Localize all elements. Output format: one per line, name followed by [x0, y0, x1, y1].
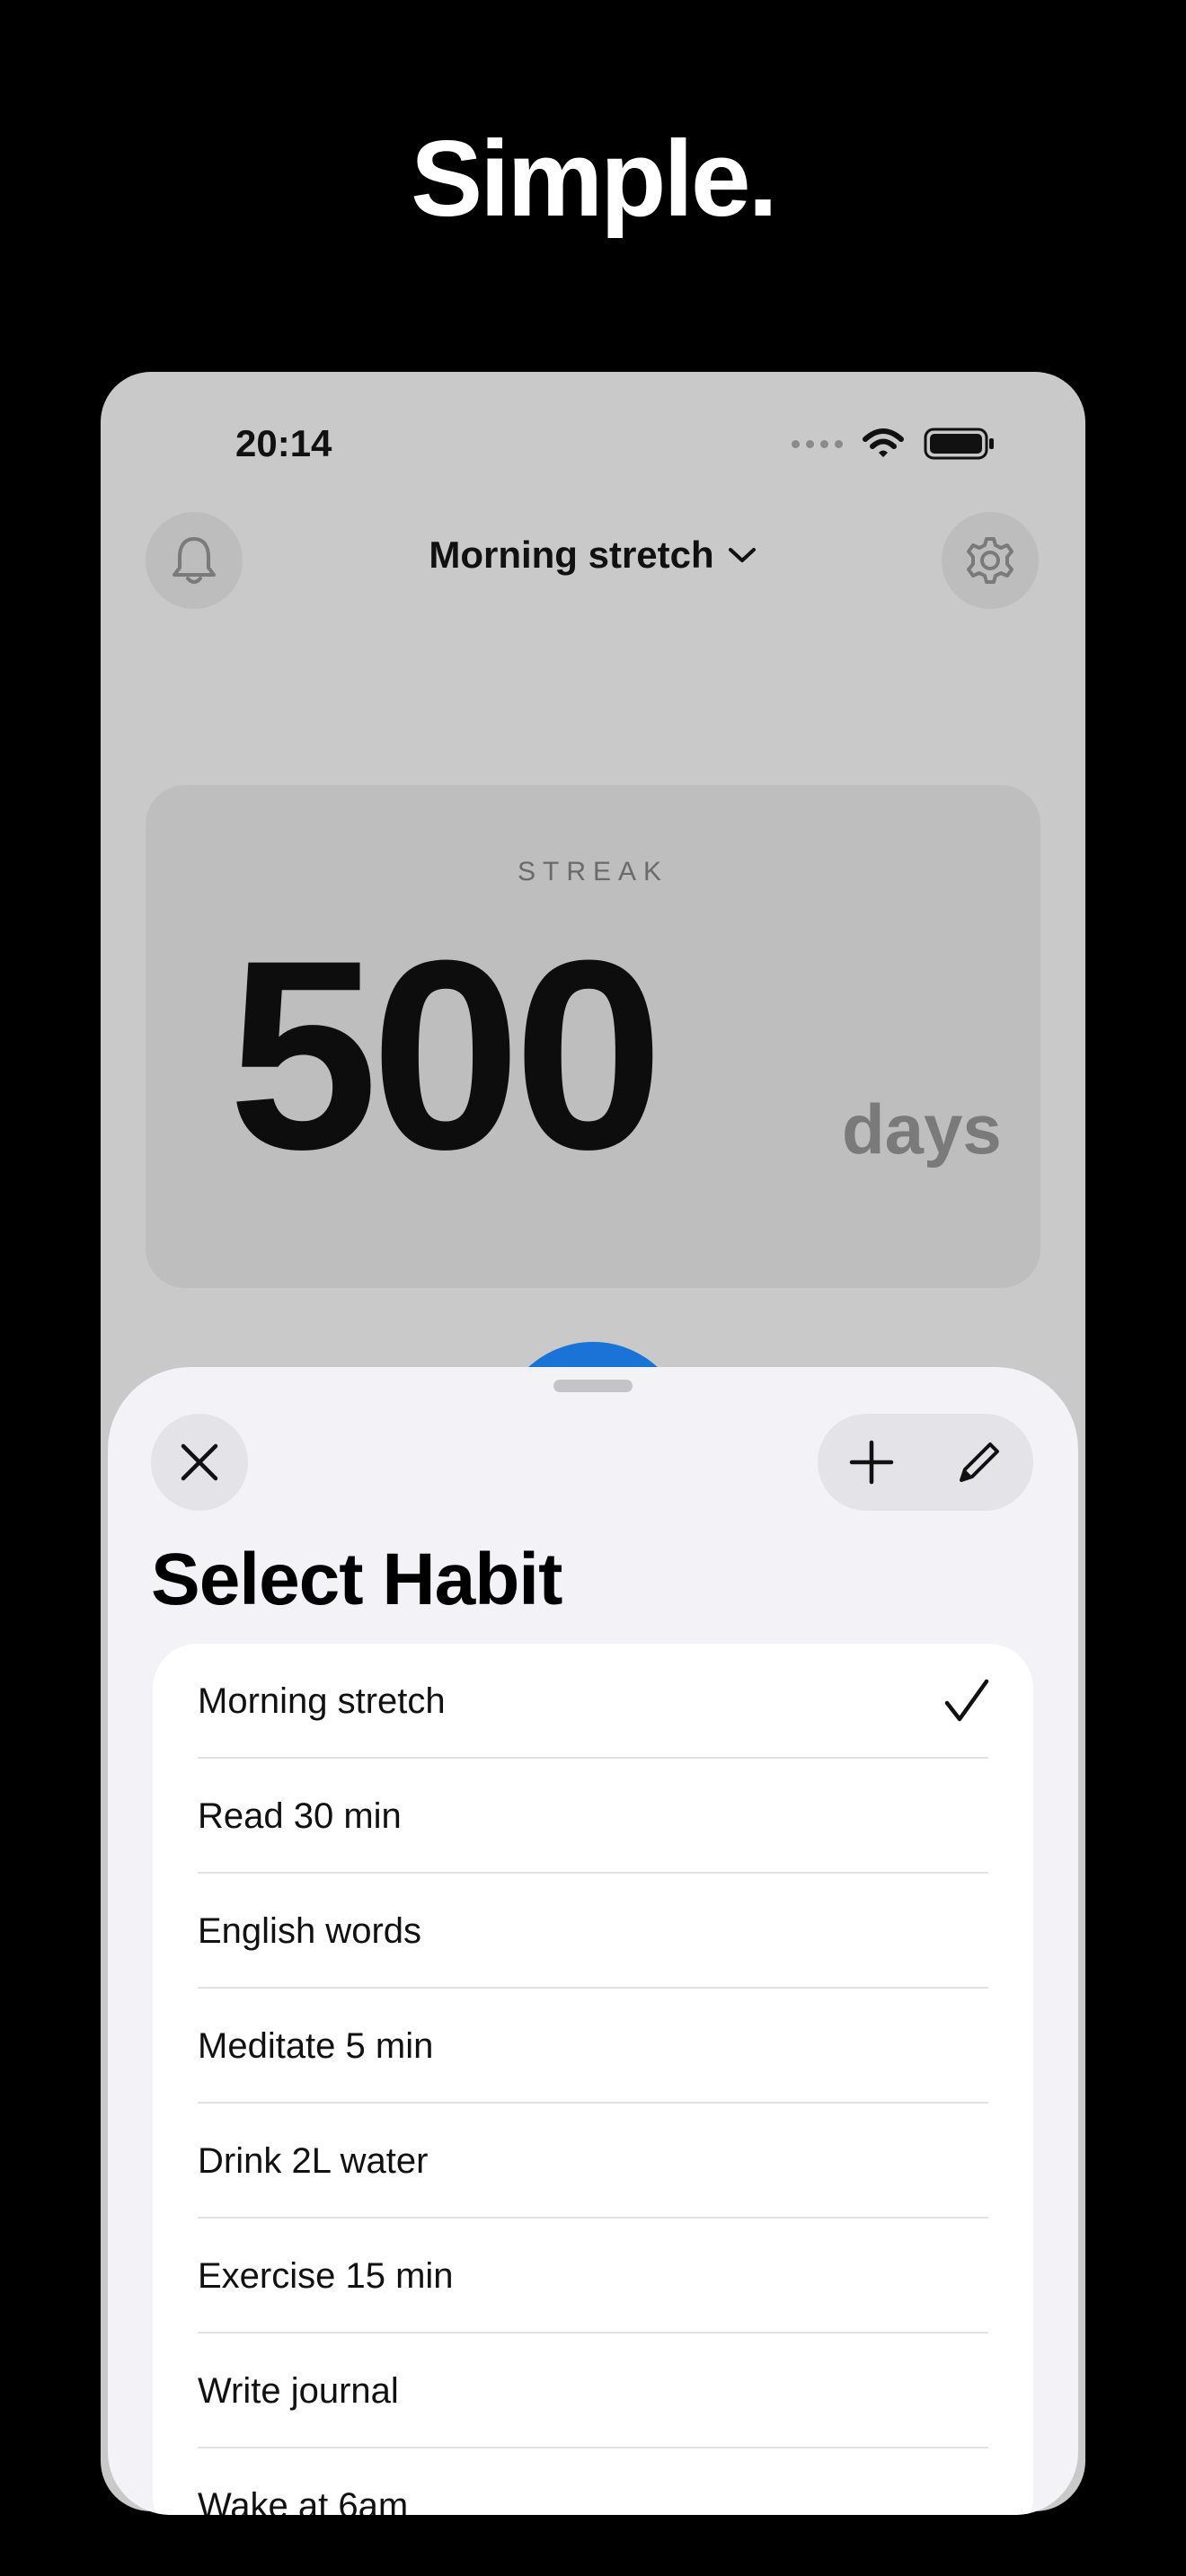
add-habit-button[interactable]: [831, 1422, 912, 1503]
chevron-down-icon: [728, 548, 756, 562]
settings-button[interactable]: [942, 512, 1039, 609]
wifi-icon: [863, 428, 904, 457]
edit-habit-button[interactable]: [939, 1422, 1020, 1503]
status-time: 20:14: [235, 422, 332, 464]
list-item-label: Meditate 5 min: [198, 2025, 434, 2066]
list-item[interactable]: Morning stretch: [153, 1644, 1033, 1759]
list-item[interactable]: English words: [153, 1874, 1033, 1989]
list-item-label: English words: [198, 1910, 422, 1951]
habit-title: Morning stretch: [429, 534, 714, 576]
headline: Simple.: [411, 119, 778, 239]
select-habit-sheet: Select Habit Morning stretch Read 30 min…: [108, 1367, 1078, 2515]
list-item[interactable]: Meditate 5 min: [153, 1989, 1033, 2104]
list-item[interactable]: Read 30 min: [153, 1759, 1033, 1874]
list-item-label: Morning stretch: [198, 1681, 446, 1721]
checkmark-icon: [944, 1679, 989, 1722]
settings-icon: [967, 537, 1013, 584]
list-item[interactable]: Wake at 6am: [153, 2448, 1033, 2516]
list-item-label: Read 30 min: [198, 1795, 402, 1836]
streak-card: STREAK 500 days: [146, 785, 1040, 1288]
sheet-title: Select Habit: [151, 1539, 562, 1620]
list-item-label: Exercise 15 min: [198, 2255, 454, 2296]
habit-selector[interactable]: Morning stretch: [101, 534, 1085, 577]
streak-unit: days: [842, 1090, 1002, 1169]
streak-label: STREAK: [517, 857, 669, 887]
close-icon: [181, 1443, 218, 1481]
list-item-label: Drink 2L water: [198, 2140, 429, 2181]
battery-icon: [924, 428, 994, 460]
habit-list: Morning stretch Read 30 min English word…: [153, 1644, 1033, 2515]
close-button[interactable]: [151, 1414, 248, 1511]
cellular-dots-icon: [792, 439, 843, 448]
list-item[interactable]: Drink 2L water: [153, 2104, 1033, 2219]
sheet-actions: [818, 1414, 1033, 1511]
list-item[interactable]: Write journal: [153, 2333, 1033, 2448]
list-item-label: Wake at 6am: [198, 2485, 409, 2516]
pencil-icon: [960, 1442, 999, 1482]
plus-icon: [849, 1440, 894, 1485]
list-item-label: Write journal: [198, 2370, 399, 2411]
sheet-grabber[interactable]: [553, 1380, 633, 1392]
status-icons: [792, 428, 996, 460]
list-item[interactable]: Exercise 15 min: [153, 2219, 1033, 2333]
streak-value: 500: [228, 904, 664, 1205]
